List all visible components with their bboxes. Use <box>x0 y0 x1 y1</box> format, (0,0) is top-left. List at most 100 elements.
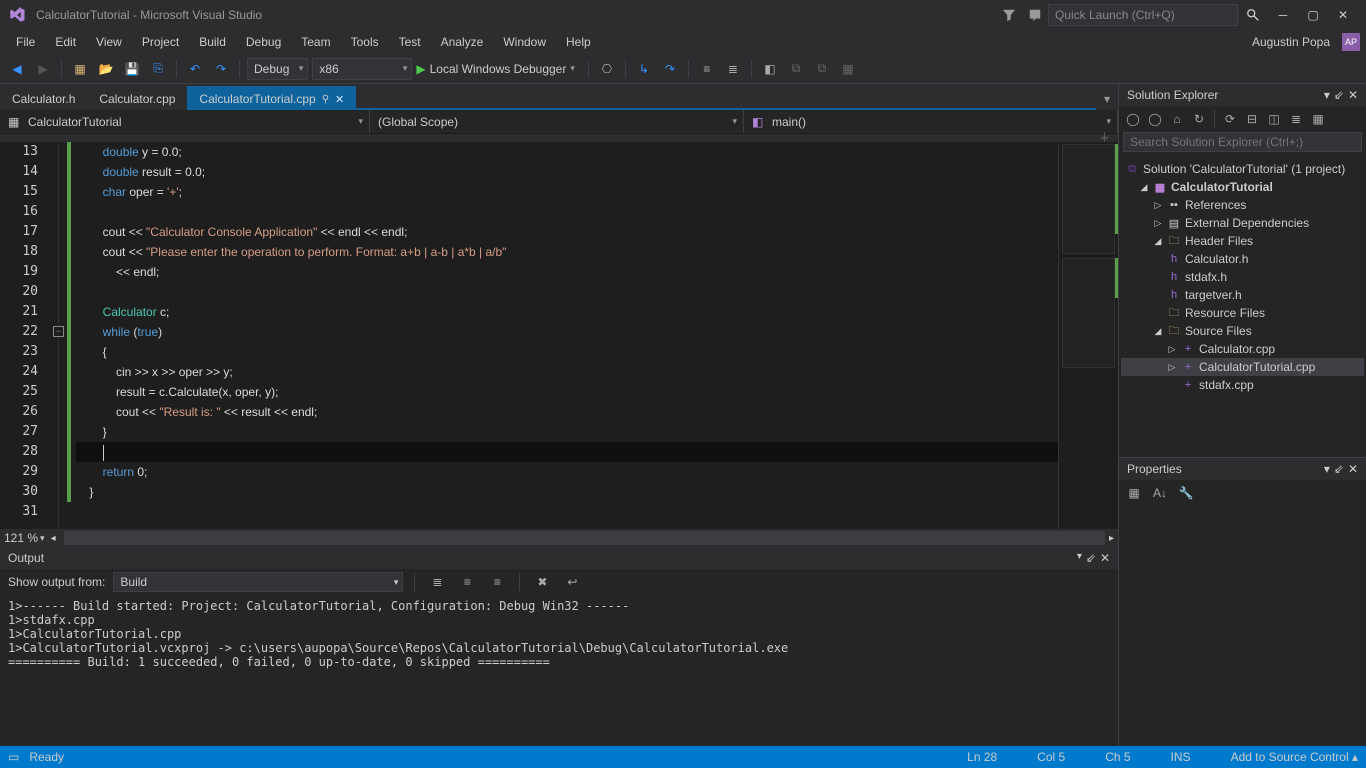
menu-file[interactable]: File <box>6 33 45 51</box>
panel-close-icon[interactable]: ✕ <box>1348 462 1358 476</box>
menu-edit[interactable]: Edit <box>45 33 86 51</box>
tabs-overflow-icon[interactable]: ▾ <box>1096 88 1118 110</box>
comment-icon[interactable]: ⧉ <box>785 58 807 80</box>
close-tab-icon[interactable]: ✕ <box>335 93 344 106</box>
project-node[interactable]: ◢▦CalculatorTutorial <box>1121 178 1364 196</box>
panel-pin-icon[interactable]: ⇙ <box>1086 551 1096 565</box>
file-calculatortutorial-cpp[interactable]: ▷+CalculatorTutorial.cpp <box>1121 358 1364 376</box>
sol-back-icon[interactable]: ◯ <box>1123 109 1143 129</box>
sol-showall-icon[interactable]: ◫ <box>1264 109 1284 129</box>
open-file-button[interactable]: 📂 <box>95 58 117 80</box>
file-targetver-h[interactable]: htargetver.h <box>1121 286 1364 304</box>
sol-refresh-icon[interactable]: ⟳ <box>1220 109 1240 129</box>
output-icon-3[interactable]: ≡ <box>486 571 508 593</box>
tab-calculator-h[interactable]: Calculator.h <box>0 86 87 110</box>
maximize-button[interactable]: ▢ <box>1298 3 1328 27</box>
bookmark-icon[interactable]: ◧ <box>759 58 781 80</box>
indent-decrease-icon[interactable]: ≡ <box>696 58 718 80</box>
zoom-level[interactable]: 121 % <box>4 531 38 545</box>
indent-increase-icon[interactable]: ≣ <box>722 58 744 80</box>
config-dropdown[interactable]: Debug <box>247 58 308 80</box>
menu-debug[interactable]: Debug <box>236 33 291 51</box>
close-button[interactable]: ✕ <box>1328 3 1358 27</box>
panel-dropdown-icon[interactable]: ▾ <box>1077 551 1082 565</box>
output-text[interactable]: 1>------ Build started: Project: Calcula… <box>0 595 1118 747</box>
save-button[interactable]: 💾 <box>121 58 143 80</box>
panel-close-icon[interactable]: ✕ <box>1100 551 1110 565</box>
toolbar-icon-1[interactable]: ⎔ <box>596 58 618 80</box>
sol-sync-icon[interactable]: ↻ <box>1189 109 1209 129</box>
output-clear-icon[interactable]: ✖ <box>531 571 553 593</box>
new-file-button[interactable]: ▦ <box>69 58 91 80</box>
menu-analyze[interactable]: Analyze <box>431 33 494 51</box>
solution-search-input[interactable] <box>1123 132 1362 152</box>
menu-window[interactable]: Window <box>493 33 556 51</box>
tab-calculatortutorial-cpp[interactable]: CalculatorTutorial.cpp ⚲ ✕ <box>187 86 356 110</box>
output-wrap-icon[interactable]: ↩ <box>561 571 583 593</box>
save-all-button[interactable]: ⎘ <box>147 58 169 80</box>
solution-search[interactable] <box>1119 132 1366 156</box>
pin-icon[interactable]: ⚲ <box>322 94 329 105</box>
editor-split-grip[interactable]: ╪ <box>0 134 1118 142</box>
step-over-icon[interactable]: ↷ <box>659 58 681 80</box>
minimize-button[interactable]: ─ <box>1268 3 1298 27</box>
platform-dropdown[interactable]: x86 <box>312 58 412 80</box>
props-cat-icon[interactable]: ▦ <box>1123 482 1145 504</box>
redo-button[interactable]: ↷ <box>210 58 232 80</box>
props-wrench-icon[interactable]: 🔧 <box>1175 482 1197 504</box>
panel-dropdown-icon[interactable]: ▾ <box>1324 88 1330 102</box>
file-stdafx-cpp[interactable]: +stdafx.cpp <box>1121 376 1364 394</box>
quick-launch-input[interactable]: Quick Launch (Ctrl+Q) <box>1048 4 1238 26</box>
sol-collapse-icon[interactable]: ⊟ <box>1242 109 1262 129</box>
menu-team[interactable]: Team <box>291 33 340 51</box>
props-sort-icon[interactable]: A↓ <box>1149 482 1171 504</box>
undo-button[interactable]: ↶ <box>184 58 206 80</box>
fold-toggle[interactable]: − <box>53 326 64 337</box>
solution-node[interactable]: ⧉Solution 'CalculatorTutorial' (1 projec… <box>1121 160 1364 178</box>
menu-build[interactable]: Build <box>189 33 236 51</box>
output-icon-2[interactable]: ≡ <box>456 571 478 593</box>
external-deps-node[interactable]: ▷▤External Dependencies <box>1121 214 1364 232</box>
user-name[interactable]: Augustin Popa <box>1252 35 1336 49</box>
toolbar-icon-end[interactable]: ▦ <box>837 58 859 80</box>
minimap[interactable] <box>1058 142 1118 529</box>
panel-pin-icon[interactable]: ⇙ <box>1334 462 1344 476</box>
tab-calculator-cpp[interactable]: Calculator.cpp <box>87 86 187 110</box>
panel-dropdown-icon[interactable]: ▾ <box>1324 462 1330 476</box>
menu-help[interactable]: Help <box>556 33 601 51</box>
menu-tools[interactable]: Tools <box>341 33 389 51</box>
references-node[interactable]: ▷▪▪References <box>1121 196 1364 214</box>
code-editor[interactable]: 13141516171819202122232425262728293031 −… <box>0 142 1118 529</box>
step-into-icon[interactable]: ↳ <box>633 58 655 80</box>
file-calculator-h[interactable]: hCalculator.h <box>1121 250 1364 268</box>
nav-project-dropdown[interactable]: ▦ CalculatorTutorial <box>0 110 370 133</box>
h-scrollbar[interactable] <box>64 531 1105 545</box>
search-icon[interactable] <box>1246 8 1260 22</box>
nav-member-dropdown[interactable]: ◧ main() <box>744 110 1118 133</box>
nav-back-button[interactable]: ◀ <box>6 58 28 80</box>
status-scc[interactable]: Add to Source Control ▴ <box>1231 750 1358 764</box>
file-calculator-cpp[interactable]: ▷+Calculator.cpp <box>1121 340 1364 358</box>
output-icon-1[interactable]: ≣ <box>426 571 448 593</box>
output-from-dropdown[interactable]: Build <box>113 572 403 592</box>
header-files-node[interactable]: ◢🗀Header Files <box>1121 232 1364 250</box>
sol-props-icon[interactable]: ≣ <box>1286 109 1306 129</box>
sol-preview-icon[interactable]: ▦ <box>1308 109 1328 129</box>
filter-icon[interactable] <box>1002 8 1016 22</box>
menu-project[interactable]: Project <box>132 33 189 51</box>
sol-home-icon[interactable]: ⌂ <box>1167 109 1187 129</box>
sol-fwd-icon[interactable]: ◯ <box>1145 109 1165 129</box>
panel-close-icon[interactable]: ✕ <box>1348 88 1358 102</box>
source-files-node[interactable]: ◢🗀Source Files <box>1121 322 1364 340</box>
uncomment-icon[interactable]: ⧉ <box>811 58 833 80</box>
start-debug-button[interactable]: ▶ Local Windows Debugger ▾ <box>416 62 581 76</box>
panel-pin-icon[interactable]: ⇙ <box>1334 88 1344 102</box>
nav-scope-dropdown[interactable]: (Global Scope) <box>370 110 744 133</box>
resource-files-node[interactable]: 🗀Resource Files <box>1121 304 1364 322</box>
menu-view[interactable]: View <box>86 33 132 51</box>
file-stdafx-h[interactable]: hstdafx.h <box>1121 268 1364 286</box>
menu-test[interactable]: Test <box>389 33 431 51</box>
notification-icon[interactable] <box>1028 8 1042 22</box>
user-avatar[interactable]: AP <box>1342 33 1360 51</box>
nav-fwd-button[interactable]: ▶ <box>32 58 54 80</box>
